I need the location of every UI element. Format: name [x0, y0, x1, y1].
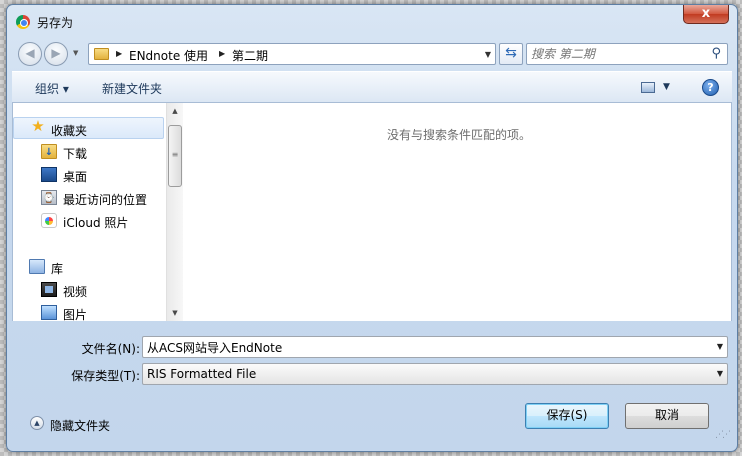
hide-folders-toggle[interactable]: 隐藏文件夹: [50, 417, 110, 434]
address-dropdown-chevron-icon[interactable]: ▼: [485, 50, 491, 59]
back-arrow-icon: ◀: [25, 46, 35, 60]
nav-label-favorites: 收藏夹: [51, 124, 88, 138]
view-dropdown-chevron-icon[interactable]: ▼: [663, 82, 670, 92]
breadcrumb-endnote[interactable]: ENdnote 使用: [129, 47, 208, 64]
search-input[interactable]: [531, 45, 701, 63]
chrome-app-icon: [16, 15, 30, 29]
recent-locations-chevron-icon[interactable]: ▼: [73, 49, 78, 57]
folder-icon: [94, 48, 109, 60]
organize-button[interactable]: 组织 ▾: [35, 80, 69, 97]
nav-item-icloud-photos[interactable]: iCloud 照片: [13, 210, 164, 232]
nav-label-pictures: 图片: [63, 308, 88, 321]
video-icon: [41, 282, 57, 297]
recent-places-icon: ⌚: [41, 190, 57, 205]
refresh-icon: ⇆: [505, 45, 517, 61]
empty-results-message: 没有与搜索条件匹配的项。: [387, 128, 532, 142]
collapse-chevron-up-icon[interactable]: ▲: [30, 416, 44, 430]
browser-area: ★ 收藏夹 ↓ 下载 桌面 ⌚ 最近访问的位置 iCloud 照片 库 视频 图…: [12, 103, 732, 321]
nav-item-recent-places[interactable]: ⌚ 最近访问的位置: [13, 187, 164, 209]
filetype-label: 保存类型(T):: [71, 369, 140, 383]
filename-input[interactable]: [147, 339, 707, 355]
save-button[interactable]: 保存(S): [525, 403, 609, 429]
scroll-up-arrow-icon[interactable]: ▲: [167, 103, 183, 119]
forward-button[interactable]: ▶: [44, 42, 68, 66]
close-icon: x: [701, 6, 711, 21]
command-toolbar: 组织 ▾ 新建文件夹 ▼ ?: [12, 71, 732, 103]
window-title: 另存为: [37, 16, 74, 30]
forward-arrow-icon: ▶: [51, 46, 61, 60]
navigation-pane[interactable]: ★ 收藏夹 ↓ 下载 桌面 ⌚ 最近访问的位置 iCloud 照片 库 视频 图…: [13, 103, 166, 321]
close-button[interactable]: x: [683, 5, 729, 24]
dialog-footer: ▲ 隐藏文件夹 保存(S) 取消 ⋰⋰: [12, 393, 732, 443]
breadcrumb-arrow-icon[interactable]: ▶: [219, 49, 225, 58]
scroll-down-arrow-icon[interactable]: ▼: [167, 305, 183, 321]
nav-label-libraries: 库: [51, 262, 64, 276]
filename-dropdown-chevron-icon[interactable]: ▼: [717, 342, 723, 351]
nav-item-libraries[interactable]: 库: [13, 256, 164, 278]
icloud-photos-icon: [41, 213, 57, 228]
address-field[interactable]: ▶ ENdnote 使用 ▶ 第二期 ▼: [88, 43, 496, 65]
libraries-icon: [29, 259, 45, 274]
filetype-value: RIS Formatted File: [147, 367, 257, 381]
save-form: 文件名(N): ▼ 保存类型(T): RIS Formatted File ▼: [12, 321, 732, 393]
address-bar-row: ◀ ▶ ▼ ▶ ENdnote 使用 ▶ 第二期 ▼ ⇆ ⚲: [7, 39, 737, 69]
star-icon: ★: [31, 117, 45, 135]
filetype-select[interactable]: RIS Formatted File ▼: [142, 363, 728, 385]
help-icon[interactable]: ?: [702, 79, 719, 96]
nav-item-downloads[interactable]: ↓ 下载: [13, 141, 164, 163]
nav-item-favorites[interactable]: ★ 收藏夹: [13, 117, 164, 139]
pictures-icon: [41, 305, 57, 320]
refresh-button[interactable]: ⇆: [499, 43, 523, 65]
nav-label-downloads: 下载: [63, 147, 88, 161]
nav-label-icloud-photos: iCloud 照片: [63, 216, 129, 230]
view-options-icon[interactable]: [641, 82, 655, 93]
new-folder-button[interactable]: 新建文件夹: [102, 80, 162, 97]
save-as-dialog: 另存为 x ◀ ▶ ▼ ▶ ENdnote 使用 ▶ 第二期 ▼ ⇆ ⚲ 组织 …: [6, 4, 738, 452]
nav-label-recent-places: 最近访问的位置: [63, 193, 148, 207]
desktop-icon: [41, 167, 57, 182]
nav-item-videos[interactable]: 视频: [13, 279, 164, 301]
resize-grip-icon[interactable]: ⋰⋰: [715, 430, 731, 440]
back-button[interactable]: ◀: [18, 42, 42, 66]
scrollbar-thumb[interactable]: ≡: [168, 125, 182, 187]
nav-item-desktop[interactable]: 桌面: [13, 164, 164, 186]
filetype-dropdown-chevron-icon[interactable]: ▼: [717, 369, 723, 378]
download-folder-icon: ↓: [41, 144, 57, 159]
nav-scrollbar[interactable]: ▲ ≡ ▼: [166, 103, 183, 321]
breadcrumb-arrow-icon[interactable]: ▶: [116, 49, 122, 58]
filename-combobox[interactable]: ▼: [142, 336, 728, 358]
search-icon[interactable]: ⚲: [711, 46, 721, 61]
search-box[interactable]: ⚲: [526, 43, 728, 65]
breadcrumb-current[interactable]: 第二期: [232, 47, 268, 64]
filename-label: 文件名(N):: [81, 342, 140, 356]
nav-label-videos: 视频: [63, 285, 88, 299]
cancel-button[interactable]: 取消: [625, 403, 709, 429]
nav-label-desktop: 桌面: [63, 170, 88, 184]
title-bar[interactable]: 另存为 x: [7, 5, 737, 35]
nav-item-pictures[interactable]: 图片: [13, 302, 164, 321]
